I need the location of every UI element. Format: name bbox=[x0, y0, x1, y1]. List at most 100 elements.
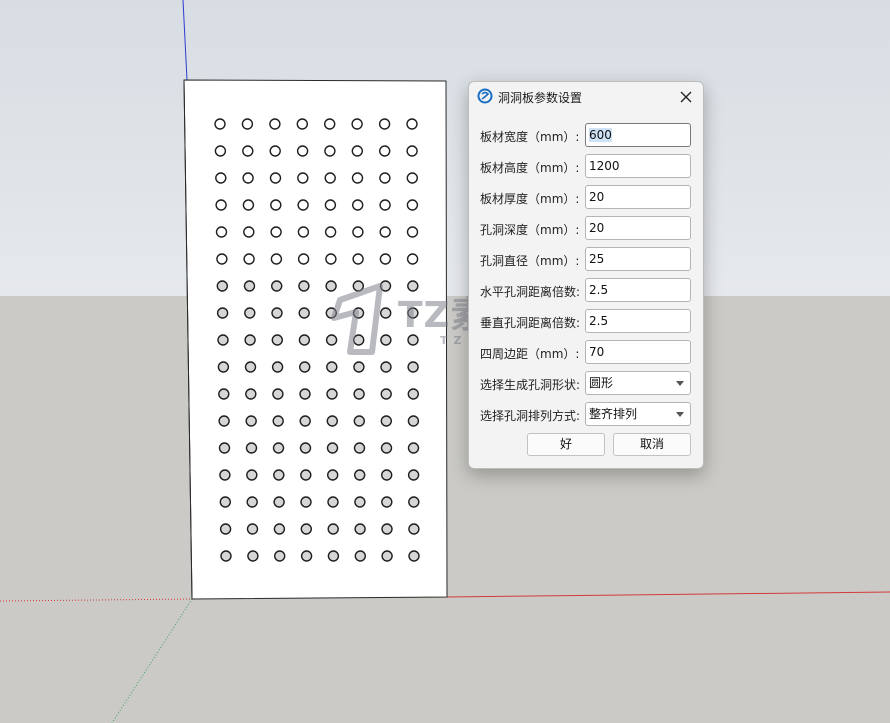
hole bbox=[215, 172, 227, 184]
hole bbox=[269, 172, 282, 184]
hole bbox=[379, 226, 391, 238]
hole bbox=[406, 172, 418, 184]
hole bbox=[351, 172, 364, 184]
red-axis-dotted-line bbox=[0, 598, 193, 602]
edge-margin-input[interactable]: 70 bbox=[585, 340, 691, 364]
board-width-input[interactable]: 600 bbox=[585, 123, 691, 147]
hole bbox=[407, 307, 419, 319]
hole bbox=[324, 226, 337, 238]
hole bbox=[297, 226, 310, 238]
hole bbox=[381, 550, 393, 562]
hole bbox=[269, 145, 281, 157]
hole bbox=[246, 469, 258, 481]
hole bbox=[324, 145, 336, 157]
hole bbox=[218, 415, 230, 427]
hole bbox=[297, 172, 309, 184]
hole bbox=[273, 469, 285, 481]
hole bbox=[354, 523, 366, 535]
cancel-button[interactable]: 取消 bbox=[613, 433, 691, 456]
hole bbox=[300, 523, 312, 535]
hole bbox=[378, 118, 391, 130]
board-width-label: 板材宽度（mm）: bbox=[480, 130, 580, 144]
hole bbox=[300, 496, 312, 508]
hole bbox=[351, 118, 363, 130]
hole bbox=[407, 415, 420, 427]
hole bbox=[299, 361, 311, 373]
hole bbox=[245, 415, 257, 427]
hole bbox=[406, 253, 419, 265]
hole bbox=[216, 253, 228, 265]
hole bbox=[380, 442, 393, 454]
hole-diameter-input[interactable]: 25 bbox=[585, 247, 691, 271]
hole bbox=[408, 523, 420, 535]
hole bbox=[407, 388, 419, 400]
hole bbox=[380, 361, 392, 373]
hole bbox=[324, 118, 336, 130]
hole bbox=[326, 442, 339, 454]
hole bbox=[352, 280, 364, 292]
hole bbox=[327, 469, 339, 481]
hole-depth-input[interactable]: 20 bbox=[585, 216, 691, 240]
hole bbox=[327, 523, 339, 535]
hole bbox=[269, 118, 281, 130]
hole bbox=[273, 496, 285, 508]
hole bbox=[217, 334, 229, 346]
hole bbox=[325, 253, 337, 265]
hole bbox=[243, 226, 255, 238]
hole bbox=[381, 469, 393, 481]
hole-shape-select[interactable]: 圆形 bbox=[585, 371, 691, 395]
dialog-titlebar[interactable]: 洞洞板参数设置 bbox=[469, 82, 703, 110]
hole bbox=[327, 496, 339, 508]
hole bbox=[244, 361, 257, 373]
hole bbox=[300, 469, 312, 481]
close-icon[interactable] bbox=[675, 86, 697, 108]
hole-arrangement-label: 选择孔洞排列方式: bbox=[480, 409, 581, 423]
hole bbox=[298, 280, 310, 292]
hole bbox=[297, 199, 309, 211]
hole bbox=[354, 469, 366, 481]
horizontal-spacing-input[interactable]: 2.5 bbox=[585, 278, 691, 302]
hole bbox=[244, 334, 256, 346]
hole bbox=[379, 145, 391, 157]
hole bbox=[247, 550, 259, 562]
hole bbox=[215, 226, 228, 238]
hole bbox=[353, 361, 365, 373]
hole-shape-label: 选择生成孔洞形状: bbox=[480, 378, 581, 392]
hole bbox=[407, 334, 419, 346]
hole bbox=[272, 388, 284, 400]
hole bbox=[380, 388, 392, 400]
perforated-board-settings-dialog: 洞洞板参数设置 板材宽度（mm）: 600 板材高度（mm）: 1200 板材厚… bbox=[468, 81, 704, 469]
hole bbox=[274, 550, 286, 562]
hole bbox=[218, 442, 231, 454]
hole-arrangement-select[interactable]: 整齐排列 bbox=[585, 402, 691, 426]
hole bbox=[296, 118, 308, 130]
hole bbox=[406, 199, 419, 211]
hole bbox=[219, 523, 232, 535]
board-thickness-input[interactable]: 20 bbox=[585, 185, 691, 209]
board-height-label: 板材高度（mm）: bbox=[480, 161, 580, 175]
hole bbox=[325, 307, 337, 319]
hole bbox=[218, 388, 230, 400]
vertical-spacing-input[interactable]: 2.5 bbox=[585, 309, 691, 333]
board-height-input[interactable]: 1200 bbox=[585, 154, 691, 178]
hole bbox=[299, 442, 312, 454]
hole bbox=[242, 145, 254, 157]
hole bbox=[271, 307, 283, 319]
hole bbox=[352, 307, 365, 319]
hole bbox=[408, 496, 420, 508]
model-scene[interactable] bbox=[0, 0, 890, 723]
hole bbox=[215, 199, 227, 211]
hole bbox=[270, 226, 282, 238]
hole bbox=[326, 415, 338, 427]
vertical-spacing-label: 垂直孔洞距离倍数: bbox=[480, 316, 581, 330]
dialog-title: 洞洞板参数设置 bbox=[498, 91, 583, 105]
hole bbox=[242, 199, 255, 211]
hole bbox=[270, 199, 282, 211]
hole bbox=[326, 388, 338, 400]
sketchup-viewport[interactable]: TZ素材网 TZSUCAI.COM bbox=[0, 0, 890, 723]
hole bbox=[273, 523, 286, 535]
hole bbox=[354, 496, 366, 508]
hole bbox=[298, 307, 310, 319]
hole bbox=[381, 496, 393, 508]
ok-button[interactable]: 好 bbox=[527, 433, 605, 456]
